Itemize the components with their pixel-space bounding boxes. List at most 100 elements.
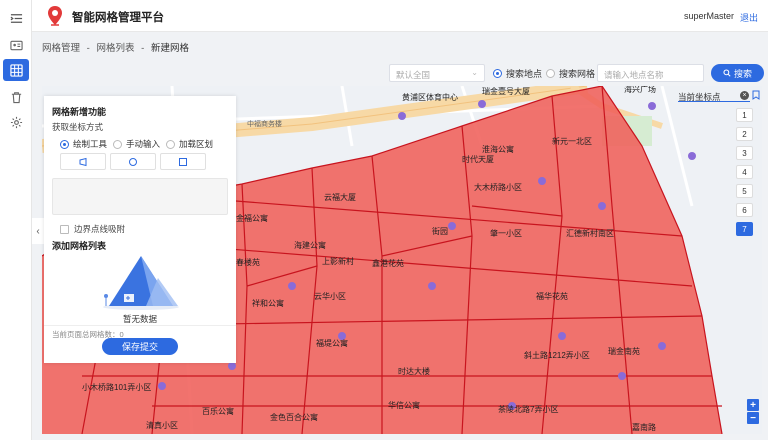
map-label: 新元一北区 bbox=[552, 137, 592, 146]
snap-checkbox-label: 边界点线吸附 bbox=[74, 224, 126, 234]
radio-search-grid[interactable]: 搜索网格 bbox=[546, 67, 595, 80]
empty-state-illustration bbox=[103, 256, 179, 310]
map-label: 祥和公寓 bbox=[252, 299, 284, 308]
radio-unchecked-icon bbox=[113, 139, 122, 149]
grid-icon[interactable] bbox=[3, 59, 29, 81]
map-label: 云华小区 bbox=[314, 292, 346, 301]
map-label: 百乐公寓 bbox=[202, 407, 234, 416]
place-search-input[interactable]: 请输入地点名称 bbox=[597, 64, 704, 82]
page-button-4[interactable]: 4 bbox=[736, 165, 753, 179]
mode-load-division[interactable]: 加载区划 bbox=[166, 138, 213, 150]
mode-manual-input-label: 手动输入 bbox=[126, 139, 161, 149]
map-label: 上影新村 bbox=[322, 257, 354, 266]
map-label: 嘉南路 bbox=[632, 423, 656, 432]
trash-icon[interactable] bbox=[3, 86, 29, 108]
map-label: 瑞金壹号大厦 bbox=[482, 87, 530, 96]
map-label: 黄浦区体育中心 bbox=[402, 93, 458, 102]
radio-checked-icon bbox=[493, 69, 502, 78]
grid-add-panel: 网格新增功能 获取坐标方式 绘制工具 手动输入 加载区划 边界点线吸附 添加网格… bbox=[44, 96, 236, 363]
id-card-icon[interactable] bbox=[3, 34, 29, 56]
map-label: 斜土路1212弄小区 bbox=[524, 351, 590, 360]
empty-state-text: 暂无数据 bbox=[122, 314, 157, 324]
breadcrumb-new-grid: 新建网格 bbox=[150, 43, 189, 54]
map-label: 海建公寓 bbox=[294, 241, 326, 250]
panel-title: 网格新增功能 bbox=[52, 107, 107, 117]
rectangle-icon bbox=[179, 157, 187, 166]
coord-method-label: 获取坐标方式 bbox=[52, 122, 104, 132]
coord-underline bbox=[678, 101, 750, 102]
radio-search-grid-label: 搜索网格 bbox=[559, 69, 596, 79]
mode-load-division-label: 加载区划 bbox=[179, 139, 214, 149]
menu-toggle-icon[interactable] bbox=[3, 7, 29, 29]
username: superMaster bbox=[683, 11, 734, 21]
radio-search-place[interactable]: 搜索地点 bbox=[493, 67, 542, 80]
snap-checkbox[interactable]: 边界点线吸附 bbox=[60, 223, 125, 235]
circle-tool-button[interactable] bbox=[110, 153, 156, 170]
map-label: 时代天厦 bbox=[462, 155, 494, 164]
map-label: 肇一小区 bbox=[490, 229, 522, 238]
breadcrumb-grid-list[interactable]: 网格列表 bbox=[96, 43, 134, 54]
map-label: 云福大厦 bbox=[324, 193, 356, 202]
map-label: 时达大楼 bbox=[398, 367, 430, 376]
mode-manual-input[interactable]: 手动输入 bbox=[113, 138, 160, 150]
polygon-icon bbox=[79, 157, 87, 166]
zoom-in-button[interactable]: + bbox=[747, 399, 759, 411]
circle-icon bbox=[129, 157, 137, 166]
app-title: 智能网格管理平台 bbox=[72, 12, 164, 24]
chevron-down-icon: ⌄ bbox=[471, 68, 478, 77]
panel-collapse-button[interactable]: ‹ bbox=[32, 218, 44, 244]
rectangle-tool-button[interactable] bbox=[160, 153, 206, 170]
grid-list-title: 添加网格列表 bbox=[52, 241, 107, 251]
app-logo-icon bbox=[44, 4, 66, 28]
map-label: 小木桥路101弄小区 bbox=[82, 383, 152, 392]
map-label: 汇德新村南区 bbox=[566, 229, 614, 238]
mode-draw-tool-label: 绘制工具 bbox=[73, 139, 108, 149]
region-select-value: 默认全国 bbox=[396, 70, 431, 80]
close-icon[interactable]: × bbox=[740, 91, 749, 100]
save-submit-button[interactable]: 保存提交 bbox=[102, 338, 178, 355]
map-label: 大木桥路小区 bbox=[474, 183, 522, 192]
breadcrumb-separator: - bbox=[141, 43, 145, 54]
radio-unchecked-icon bbox=[166, 139, 175, 149]
bookmark-icon[interactable] bbox=[752, 90, 760, 100]
map-label: 中福商务楼 bbox=[247, 121, 282, 128]
breadcrumb-separator: - bbox=[86, 43, 90, 54]
search-button[interactable]: 搜索 bbox=[711, 64, 764, 82]
map-label: 金色百合公寓 bbox=[270, 413, 318, 422]
map-label: 海兴广场 bbox=[624, 86, 656, 94]
coordinates-textarea[interactable] bbox=[52, 178, 228, 215]
zoom-out-button[interactable]: − bbox=[747, 412, 759, 424]
search-button-label: 搜索 bbox=[733, 68, 752, 79]
map-label: 清真小区 bbox=[146, 421, 178, 430]
breadcrumb: 网格管理 - 网格列表 - 新建网格 bbox=[42, 40, 193, 54]
polygon-tool-button[interactable] bbox=[60, 153, 106, 170]
region-select[interactable]: 默认全国 ⌄ bbox=[389, 64, 485, 82]
page-button-3[interactable]: 3 bbox=[736, 146, 753, 160]
map-label: 华信公寓 bbox=[388, 401, 420, 410]
panel-divider bbox=[44, 325, 236, 326]
map-label: 福堤公寓 bbox=[316, 339, 348, 348]
map-label: 鑫港花苑 bbox=[372, 259, 404, 268]
logout-link[interactable]: 退出 bbox=[740, 11, 758, 24]
map-label: 茶陵北路7弄小区 bbox=[498, 405, 559, 414]
map-label: 瑞金南苑 bbox=[608, 347, 640, 356]
map-label: 街园 bbox=[432, 227, 448, 236]
mode-draw-tool[interactable]: 绘制工具 bbox=[60, 138, 107, 150]
icon-rail bbox=[0, 0, 32, 440]
checkbox-unchecked-icon bbox=[60, 224, 69, 234]
page-button-6[interactable]: 6 bbox=[736, 203, 753, 217]
radio-checked-icon bbox=[60, 139, 69, 149]
page-button-2[interactable]: 2 bbox=[736, 127, 753, 141]
top-header: 智能网格管理平台 superMaster 退出 bbox=[32, 0, 768, 32]
gear-icon[interactable] bbox=[3, 111, 29, 133]
map-label: 金福公寓 bbox=[236, 214, 268, 223]
radio-search-place-label: 搜索地点 bbox=[506, 69, 543, 79]
breadcrumb-grid-management[interactable]: 网格管理 bbox=[42, 43, 80, 54]
page-button-7[interactable]: 7 bbox=[736, 222, 753, 236]
map-label: 福华花苑 bbox=[536, 292, 568, 301]
map-label: 春楼苑 bbox=[236, 258, 260, 267]
radio-unchecked-icon bbox=[546, 69, 555, 78]
page-button-5[interactable]: 5 bbox=[736, 184, 753, 198]
page-button-1[interactable]: 1 bbox=[736, 108, 753, 122]
search-icon bbox=[723, 69, 731, 77]
